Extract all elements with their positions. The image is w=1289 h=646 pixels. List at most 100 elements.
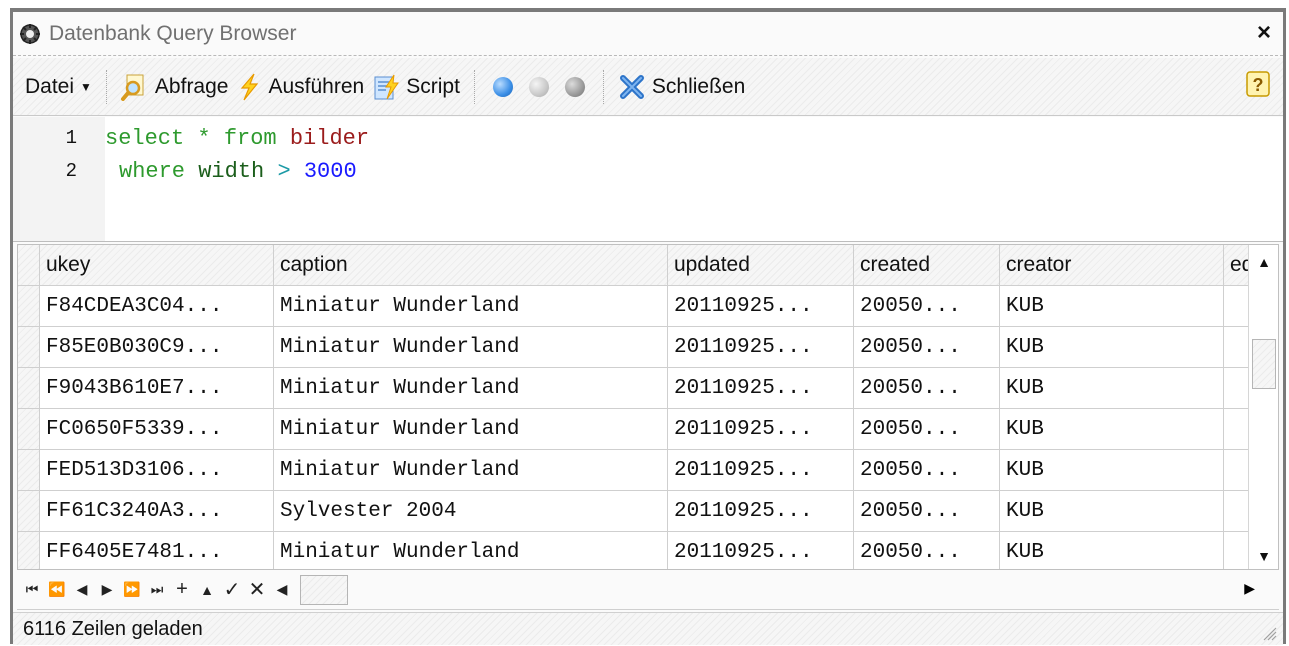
toolbar: Datei ▼ Abfrage Ausführen Script Schließ… <box>13 58 1283 116</box>
cell-created[interactable]: 20050... <box>854 368 1000 409</box>
column-header-creator[interactable]: creator <box>1000 245 1224 286</box>
vertical-scrollbar[interactable]: ▲ ▼ <box>1248 245 1278 569</box>
last-record-icon[interactable]: ⏭ <box>146 581 168 598</box>
window-title: Datenbank Query Browser <box>49 21 297 45</box>
cell-creator[interactable]: KUB <box>1000 327 1224 368</box>
cell-updated[interactable]: 20110925... <box>668 368 854 409</box>
scroll-down-arrow-icon[interactable]: ▼ <box>1249 543 1278 569</box>
table-row[interactable]: FF61C3240A3... Sylvester 2004 20110925... 2… <box>18 491 1264 532</box>
cell-caption[interactable]: Miniatur Wunderland <box>274 532 668 569</box>
title-bar: Datenbank Query Browser × <box>13 12 1283 56</box>
cell-creator[interactable]: KUB <box>1000 450 1224 491</box>
cell-ukey[interactable]: F9043B610E7... <box>40 368 274 409</box>
cell-caption[interactable]: Miniatur Wunderland <box>274 327 668 368</box>
cell-updated[interactable]: 20110925... <box>668 532 854 569</box>
column-header-ukey[interactable]: ukey <box>40 245 274 286</box>
previous-record-icon[interactable]: ◀ <box>71 581 93 598</box>
row-indicator[interactable] <box>18 532 40 569</box>
scrollbar-thumb[interactable] <box>1252 339 1276 389</box>
scroll-left-arrow-icon[interactable]: ◀ <box>271 581 293 598</box>
ausfuehren-button[interactable]: Ausführen <box>232 67 368 107</box>
table-row[interactable]: F9043B610E7... Miniatur Wunderland 2011092… <box>18 368 1264 409</box>
abfrage-label: Abfrage <box>154 74 229 98</box>
script-button[interactable]: Script <box>368 67 464 107</box>
row-indicator[interactable] <box>18 409 40 450</box>
cell-caption[interactable]: Miniatur Wunderland <box>274 286 668 327</box>
close-window-button[interactable]: × <box>1251 20 1277 46</box>
cell-updated[interactable]: 20110925... <box>668 491 854 532</box>
close-x-icon <box>619 74 644 99</box>
cell-creator[interactable]: KUB <box>1000 368 1224 409</box>
row-indicator[interactable] <box>18 327 40 368</box>
post-edit-icon[interactable]: ✓ <box>221 577 243 602</box>
results-grid[interactable]: ukey caption updated created creator ed … <box>17 244 1279 570</box>
cell-caption[interactable]: Miniatur Wunderland <box>274 368 668 409</box>
row-indicator[interactable] <box>18 286 40 327</box>
cell-caption[interactable]: Sylvester 2004 <box>274 491 668 532</box>
schliessen-label: Schließen <box>651 74 746 98</box>
abfrage-button[interactable]: Abfrage <box>117 67 233 107</box>
row-indicator[interactable] <box>18 450 40 491</box>
table-row[interactable]: FED513D3106... Miniatur Wunderland 2011092… <box>18 450 1264 491</box>
cell-ukey[interactable]: FF61C3240A3... <box>40 491 274 532</box>
status-dot-gray-icon[interactable] <box>564 76 585 97</box>
cell-created[interactable]: 20050... <box>854 450 1000 491</box>
scroll-right-arrow-icon[interactable]: ▶ <box>1244 580 1255 597</box>
column-header-created[interactable]: created <box>854 245 1000 286</box>
next-record-icon[interactable]: ▶ <box>96 581 118 598</box>
table-row[interactable]: FF6405E7481... Miniatur Wunderland 2011092… <box>18 532 1264 569</box>
row-indicator[interactable] <box>18 368 40 409</box>
cell-updated[interactable]: 20110925... <box>668 327 854 368</box>
sql-editor[interactable]: 1 select * from bilder 2 where width > 3… <box>13 117 1283 242</box>
cell-creator[interactable]: KUB <box>1000 491 1224 532</box>
cell-ukey[interactable]: F84CDEA3C04... <box>40 286 274 327</box>
toolbar-separator <box>473 69 475 104</box>
help-icon[interactable]: ? <box>1245 70 1271 100</box>
delete-record-icon[interactable]: ▲ <box>196 582 218 598</box>
table-row[interactable]: FC0650F5339... Miniatur Wunderland 2011092… <box>18 409 1264 450</box>
first-record-icon[interactable]: ⏮ <box>21 581 43 598</box>
cell-updated[interactable]: 20110925... <box>668 409 854 450</box>
table-row[interactable]: F84CDEA3C04... Miniatur Wunderland 2011092… <box>18 286 1264 327</box>
next-page-icon[interactable]: ⏩ <box>121 581 143 598</box>
cell-ukey[interactable]: FC0650F5339... <box>40 409 274 450</box>
cell-created[interactable]: 20050... <box>854 532 1000 569</box>
schliessen-button[interactable]: Schließen <box>614 67 749 107</box>
status-bar: 6116 Zeilen geladen <box>13 612 1283 645</box>
keyword-token: select <box>105 125 185 151</box>
cell-creator[interactable]: KUB <box>1000 409 1224 450</box>
cell-created[interactable]: 20050... <box>854 327 1000 368</box>
cell-created[interactable]: 20050... <box>854 491 1000 532</box>
cell-updated[interactable]: 20110925... <box>668 286 854 327</box>
insert-record-icon[interactable]: + <box>171 578 193 601</box>
column-header-caption[interactable]: caption <box>274 245 668 286</box>
cell-creator[interactable]: KUB <box>1000 286 1224 327</box>
query-browser-window: Datenbank Query Browser × Datei ▼ Abfrag… <box>10 8 1286 645</box>
row-indicator[interactable] <box>18 491 40 532</box>
cell-creator[interactable]: KUB <box>1000 532 1224 569</box>
cancel-edit-icon[interactable]: ✕ <box>246 577 268 602</box>
scroll-up-arrow-icon[interactable]: ▲ <box>1249 249 1278 275</box>
script-label: Script <box>406 74 460 98</box>
horizontal-scrollbar-thumb[interactable] <box>300 574 348 605</box>
cell-created[interactable]: 20050... <box>854 409 1000 450</box>
lightning-icon <box>241 73 259 100</box>
code-text: select * from bilder <box>105 126 369 151</box>
toolbar-separator <box>602 69 604 104</box>
toolbar-separator <box>105 69 107 104</box>
cell-caption[interactable]: Miniatur Wunderland <box>274 450 668 491</box>
table-row[interactable]: F85E0B030C9... Miniatur Wunderland 2011092… <box>18 327 1264 368</box>
previous-page-icon[interactable]: ⏪ <box>46 581 68 598</box>
ausfuehren-label: Ausführen <box>268 74 365 98</box>
resize-grip-icon[interactable] <box>1259 623 1277 641</box>
status-dot-lightgray-icon[interactable] <box>528 76 549 97</box>
cell-ukey[interactable]: FF6405E7481... <box>40 532 274 569</box>
cell-caption[interactable]: Miniatur Wunderland <box>274 409 668 450</box>
cell-ukey[interactable]: FED513D3106... <box>40 450 274 491</box>
status-dot-blue-icon[interactable] <box>492 76 513 97</box>
cell-ukey[interactable]: F85E0B030C9... <box>40 327 274 368</box>
cell-created[interactable]: 20050... <box>854 286 1000 327</box>
datei-menu-button[interactable]: Datei ▼ <box>21 67 96 107</box>
cell-updated[interactable]: 20110925... <box>668 450 854 491</box>
column-header-updated[interactable]: updated <box>668 245 854 286</box>
